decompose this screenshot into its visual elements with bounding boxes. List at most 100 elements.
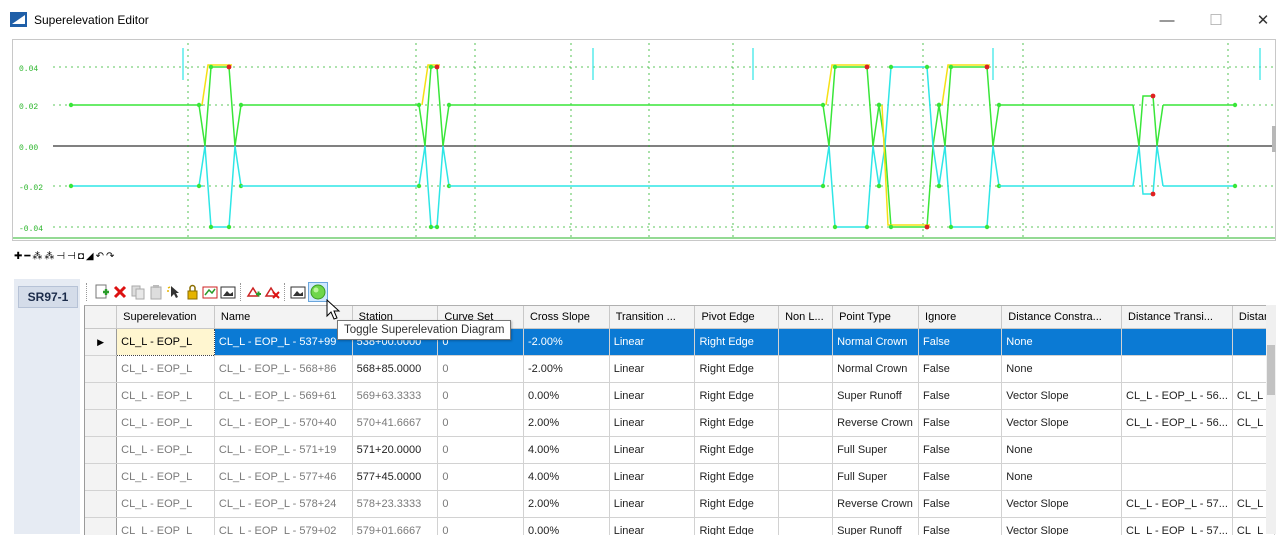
paste-icon[interactable]: [148, 284, 164, 300]
column-header-distance-transition[interactable]: Distance Transi...: [1122, 306, 1233, 329]
cell-ignore[interactable]: False: [919, 356, 1002, 383]
cell-superelevation[interactable]: CL_L - EOP_L: [117, 464, 215, 491]
row-header[interactable]: [85, 491, 117, 518]
point-marker[interactable]: [865, 225, 869, 229]
point-marker[interactable]: [197, 103, 201, 107]
image-icon[interactable]: [220, 284, 236, 300]
diagram-tool-4-icon[interactable]: ⊣: [56, 251, 66, 262]
diagram-tool-8-icon[interactable]: ↶: [96, 251, 105, 262]
point-marker[interactable]: [821, 103, 825, 107]
cell-distance-constraint[interactable]: Vector Slope: [1002, 518, 1122, 535]
cell-curve-set[interactable]: 0: [438, 464, 524, 491]
table-row[interactable]: CL_L - EOP_LCL_L - EOP_L - 571+19571+20.…: [85, 437, 1275, 464]
cell-transition[interactable]: Linear: [609, 518, 695, 535]
cell-cross-slope[interactable]: 4.00%: [523, 464, 609, 491]
cell-station[interactable]: 571+20.0000: [352, 437, 438, 464]
cell-distance-transition[interactable]: CL_L - EOP_L - 56...: [1122, 410, 1233, 437]
point-marker[interactable]: [69, 184, 73, 188]
point-marker[interactable]: [209, 65, 213, 69]
cell-non-l[interactable]: [779, 491, 833, 518]
row-header[interactable]: [85, 410, 117, 437]
diagram-icon[interactable]: [202, 284, 218, 300]
minimize-button[interactable]: —: [1152, 8, 1182, 34]
column-header-distance-constraint[interactable]: Distance Constra...: [1002, 306, 1122, 329]
point-marker[interactable]: [865, 65, 870, 70]
column-header-non-linear[interactable]: Non L...: [779, 306, 833, 329]
cell-ignore[interactable]: False: [919, 491, 1002, 518]
cell-transition[interactable]: Linear: [609, 464, 695, 491]
point-marker[interactable]: [949, 225, 953, 229]
diagram-tool-3-icon[interactable]: ⁂: [44, 251, 55, 262]
cell-curve-set[interactable]: 0: [438, 410, 524, 437]
column-header-pivot-edge[interactable]: Pivot Edge: [695, 306, 779, 329]
cell-curve-set[interactable]: 0: [438, 518, 524, 535]
diagram-tool-9-icon[interactable]: ↷: [106, 251, 115, 262]
cell-transition[interactable]: Linear: [609, 410, 695, 437]
point-marker[interactable]: [435, 65, 440, 70]
cell-pivot-edge[interactable]: Right Edge: [695, 383, 779, 410]
cell-point-type[interactable]: Super Runoff: [833, 518, 919, 535]
point-marker[interactable]: [435, 225, 439, 229]
point-marker[interactable]: [417, 184, 421, 188]
column-header-cross-slope[interactable]: Cross Slope: [523, 306, 609, 329]
cell-transition[interactable]: Linear: [609, 329, 695, 356]
cell-non-l[interactable]: [779, 437, 833, 464]
row-header[interactable]: [85, 356, 117, 383]
cell-point-type[interactable]: Reverse Crown: [833, 410, 919, 437]
point-marker[interactable]: [821, 184, 825, 188]
cell-distance-constraint[interactable]: Vector Slope: [1002, 491, 1122, 518]
point-marker[interactable]: [889, 225, 893, 229]
cell-distance-transition[interactable]: [1122, 437, 1233, 464]
cell-pivot-edge[interactable]: Right Edge: [695, 410, 779, 437]
column-header-superelevation[interactable]: Superelevation: [117, 306, 215, 329]
cell-non-l[interactable]: [779, 464, 833, 491]
cell-station[interactable]: 569+63.3333: [352, 383, 438, 410]
cell-station[interactable]: 578+23.3333: [352, 491, 438, 518]
table-row[interactable]: CL_L - EOP_LCL_L - EOP_L - 568+86568+85.…: [85, 356, 1275, 383]
copy-icon[interactable]: [130, 284, 146, 300]
table-row[interactable]: CL_L - EOP_LCL_L - EOP_L - 570+40570+41.…: [85, 410, 1275, 437]
cell-cross-slope[interactable]: 0.00%: [523, 383, 609, 410]
cell-ignore[interactable]: False: [919, 437, 1002, 464]
point-marker[interactable]: [985, 65, 990, 70]
cell-cross-slope[interactable]: 4.00%: [523, 437, 609, 464]
point-marker[interactable]: [209, 225, 213, 229]
cell-distance-constraint[interactable]: Vector Slope: [1002, 383, 1122, 410]
cell-transition[interactable]: Linear: [609, 383, 695, 410]
cell-name[interactable]: CL_L - EOP_L - 578+24: [214, 491, 352, 518]
cell-non-l[interactable]: [779, 329, 833, 356]
point-marker[interactable]: [227, 65, 232, 70]
add-row-icon[interactable]: [94, 284, 110, 300]
grid-scrollbar-thumb[interactable]: [1267, 345, 1275, 395]
cell-point-type[interactable]: Super Runoff: [833, 383, 919, 410]
cell-station[interactable]: 568+85.0000: [352, 356, 438, 383]
cell-pivot-edge[interactable]: Right Edge: [695, 356, 779, 383]
delete-icon[interactable]: [112, 284, 128, 300]
tab-sr97-1[interactable]: SR97-1: [18, 286, 78, 308]
cell-non-l[interactable]: [779, 410, 833, 437]
cell-distance-transition[interactable]: [1122, 356, 1233, 383]
cell-curve-set[interactable]: 0: [438, 491, 524, 518]
diagram-canvas[interactable]: 0.040.020.00-0.02-0.04 565+62598+43631+2…: [13, 40, 1275, 240]
row-header[interactable]: [85, 518, 117, 535]
cell-cross-slope[interactable]: 2.00%: [523, 410, 609, 437]
pointer-icon[interactable]: [166, 284, 182, 300]
point-marker[interactable]: [925, 225, 930, 230]
point-marker[interactable]: [197, 184, 201, 188]
cell-distance-transition[interactable]: CL_L - EOP_L - 56...: [1122, 383, 1233, 410]
cell-pivot-edge[interactable]: Right Edge: [695, 464, 779, 491]
cell-point-type[interactable]: Normal Crown: [833, 356, 919, 383]
point-marker[interactable]: [889, 65, 893, 69]
cell-cross-slope[interactable]: 0.00%: [523, 518, 609, 535]
point-marker[interactable]: [937, 184, 941, 188]
cell-ignore[interactable]: False: [919, 383, 1002, 410]
cell-cross-slope[interactable]: 2.00%: [523, 491, 609, 518]
diagram-tool-2-icon[interactable]: ⁂: [32, 251, 43, 262]
cell-distance-constraint[interactable]: None: [1002, 464, 1122, 491]
cell-distance-transition[interactable]: CL_L - EOP_L - 57...: [1122, 518, 1233, 535]
cell-transition[interactable]: Linear: [609, 437, 695, 464]
diagram-tool-6-icon[interactable]: ◘: [78, 251, 85, 262]
lock-icon[interactable]: [184, 284, 200, 300]
cell-station[interactable]: 577+45.0000: [352, 464, 438, 491]
cell-curve-set[interactable]: 0: [438, 383, 524, 410]
